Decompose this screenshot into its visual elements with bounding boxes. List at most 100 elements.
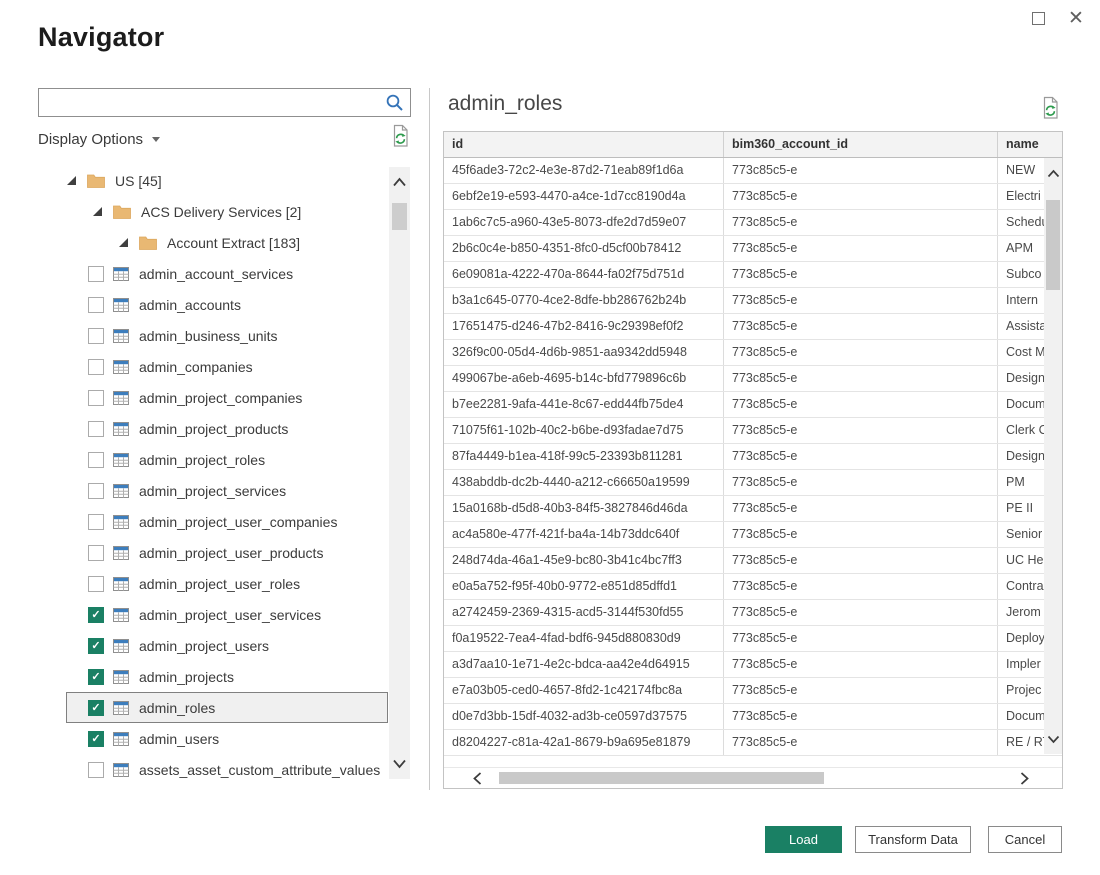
tree-item-us-45[interactable]: US [45]: [66, 165, 388, 196]
scroll-left-button[interactable]: [466, 768, 488, 788]
preview-horizontal-scrollbar[interactable]: [444, 768, 1062, 788]
tree-item-admin-account-services[interactable]: admin_account_services: [66, 258, 388, 289]
checkbox[interactable]: ✓: [88, 638, 104, 654]
tree-item-label: admin_project_services: [139, 483, 286, 499]
preview-vertical-scrollbar[interactable]: [1044, 158, 1062, 754]
scroll-up-button[interactable]: [1044, 163, 1062, 183]
tree-item-admin-project-user-products[interactable]: admin_project_user_products: [66, 537, 388, 568]
load-button[interactable]: Load: [765, 826, 842, 853]
table-cell: 45f6ade3-72c2-4e3e-87d2-71eab89f1d6a: [444, 158, 724, 183]
page-title: Navigator: [38, 22, 164, 53]
checkbox[interactable]: [88, 452, 104, 468]
display-options-dropdown[interactable]: Display Options: [38, 128, 160, 150]
table-row: b7ee2281-9afa-441e-8c67-edd44fb75de4773c…: [444, 392, 1062, 418]
table-cell: 71075f61-102b-40c2-b6be-d93fadae7d75: [444, 418, 724, 443]
tree-item-acs-delivery-services-2[interactable]: ACS Delivery Services [2]: [66, 196, 388, 227]
tree-item-label: ACS Delivery Services [2]: [141, 204, 301, 220]
table-row: a2742459-2369-4315-acd5-3144f530fd55773c…: [444, 600, 1062, 626]
tree-item-admin-project-user-companies[interactable]: admin_project_user_companies: [66, 506, 388, 537]
search-box: [38, 88, 411, 117]
close-button[interactable]: ✕: [1064, 6, 1088, 30]
maximize-button[interactable]: [1026, 6, 1050, 30]
tree-item-admin-project-user-roles[interactable]: admin_project_user_roles: [66, 568, 388, 599]
refresh-list-icon[interactable]: [390, 124, 411, 148]
checkbox[interactable]: ✓: [88, 731, 104, 747]
transform-data-button[interactable]: Transform Data: [855, 826, 971, 853]
table-cell: 773c85c5-e: [724, 236, 998, 261]
scroll-thumb[interactable]: [499, 772, 824, 784]
scroll-thumb[interactable]: [392, 203, 407, 230]
table-row: e0a5a752-f95f-40b0-9772-e851d85dffd1773c…: [444, 574, 1062, 600]
table-cell: 773c85c5-e: [724, 522, 998, 547]
triangle-expanded-icon[interactable]: [93, 207, 102, 216]
tree-item-label: admin_project_users: [139, 638, 269, 654]
tree-item-admin-project-roles[interactable]: admin_project_roles: [66, 444, 388, 475]
checkbox[interactable]: [88, 545, 104, 561]
scroll-thumb[interactable]: [1046, 200, 1060, 290]
checkbox[interactable]: [88, 483, 104, 499]
scroll-up-button[interactable]: [389, 172, 410, 192]
checkbox[interactable]: [88, 576, 104, 592]
tree-item-admin-project-user-services[interactable]: ✓admin_project_user_services: [66, 599, 388, 630]
tree-item-admin-projects[interactable]: ✓admin_projects: [66, 661, 388, 692]
tree-item-label: admin_project_user_roles: [139, 576, 300, 592]
table-cell: 773c85c5-e: [724, 652, 998, 677]
cancel-button[interactable]: Cancel: [988, 826, 1062, 853]
table-cell: 2b6c0c4e-b850-4351-8fc0-d5cf00b78412: [444, 236, 724, 261]
tree-item-account-extract-183[interactable]: Account Extract [183]: [66, 227, 388, 258]
triangle-expanded-icon[interactable]: [119, 238, 128, 247]
maximize-icon: [1032, 12, 1045, 25]
table-cell: 773c85c5-e: [724, 418, 998, 443]
table-icon: [113, 266, 129, 282]
table-cell: b3a1c645-0770-4ce2-8dfe-bb286762b24b: [444, 288, 724, 313]
tree-item-admin-project-users[interactable]: ✓ admin_project_users: [66, 630, 388, 661]
tree-item-admin-accounts[interactable]: admin_accounts: [66, 289, 388, 320]
checkbox[interactable]: ✓: [88, 669, 104, 685]
checkbox[interactable]: [88, 514, 104, 530]
folder-icon: [139, 236, 157, 250]
table-icon: [113, 328, 129, 344]
checkbox[interactable]: ✓: [88, 607, 104, 623]
table-cell: 773c85c5-e: [724, 210, 998, 235]
table-cell: 773c85c5-e: [724, 340, 998, 365]
tree-item-label: assets_asset_custom_attribute_values: [139, 762, 380, 778]
table-row: 15a0168b-d5d8-40b3-84f5-3827846d46da773c…: [444, 496, 1062, 522]
scroll-right-button[interactable]: [1014, 768, 1036, 788]
tree-item-admin-project-services[interactable]: admin_project_services: [66, 475, 388, 506]
tree-item-admin-roles[interactable]: ✓admin_roles: [66, 692, 388, 723]
scroll-down-button[interactable]: [389, 754, 410, 774]
checkbox[interactable]: [88, 762, 104, 778]
tree-item-admin-project-companies[interactable]: admin_project_companies: [66, 382, 388, 413]
triangle-expanded-icon[interactable]: [67, 176, 76, 185]
table-icon: [113, 669, 129, 685]
tree-item-admin-business-units[interactable]: admin_business_units: [66, 320, 388, 351]
empty-row: [444, 756, 1062, 768]
preview-refresh-icon[interactable]: [1040, 96, 1061, 120]
table-icon: [113, 731, 129, 747]
table-cell: 773c85c5-e: [724, 366, 998, 391]
tree-item-assets-asset-custom-attribute-values[interactable]: assets_asset_custom_attribute_values: [66, 754, 388, 785]
table-cell: 326f9c00-05d4-4d6b-9851-aa9342dd5948: [444, 340, 724, 365]
tree-item-admin-project-products[interactable]: admin_project_products: [66, 413, 388, 444]
checkbox[interactable]: [88, 359, 104, 375]
checkbox[interactable]: ✓: [88, 700, 104, 716]
search-input[interactable]: [38, 88, 411, 117]
checkbox[interactable]: [88, 266, 104, 282]
tree-item-label: admin_users: [139, 731, 219, 747]
checkbox[interactable]: [88, 421, 104, 437]
table-cell: a2742459-2369-4315-acd5-3144f530fd55: [444, 600, 724, 625]
tree-item-label: admin_accounts: [139, 297, 241, 313]
tree-item-label: admin_project_user_companies: [139, 514, 337, 530]
tree-item-admin-users[interactable]: ✓ admin_users: [66, 723, 388, 754]
scroll-down-button[interactable]: [1044, 729, 1062, 749]
table-row: ac4a580e-477f-421f-ba4a-14b73ddc640f773c…: [444, 522, 1062, 548]
checkbox[interactable]: [88, 328, 104, 344]
column-header-bim360_account_id: bim360_account_id: [724, 132, 998, 157]
table-cell: 773c85c5-e: [724, 158, 998, 183]
tree-item-admin-companies[interactable]: admin_companies: [66, 351, 388, 382]
table-cell: 15a0168b-d5d8-40b3-84f5-3827846d46da: [444, 496, 724, 521]
checkbox[interactable]: [88, 390, 104, 406]
tree-scrollbar[interactable]: [389, 167, 410, 779]
checkbox[interactable]: [88, 297, 104, 313]
table-cell: 1ab6c7c5-a960-43e5-8073-dfe2d7d59e07: [444, 210, 724, 235]
